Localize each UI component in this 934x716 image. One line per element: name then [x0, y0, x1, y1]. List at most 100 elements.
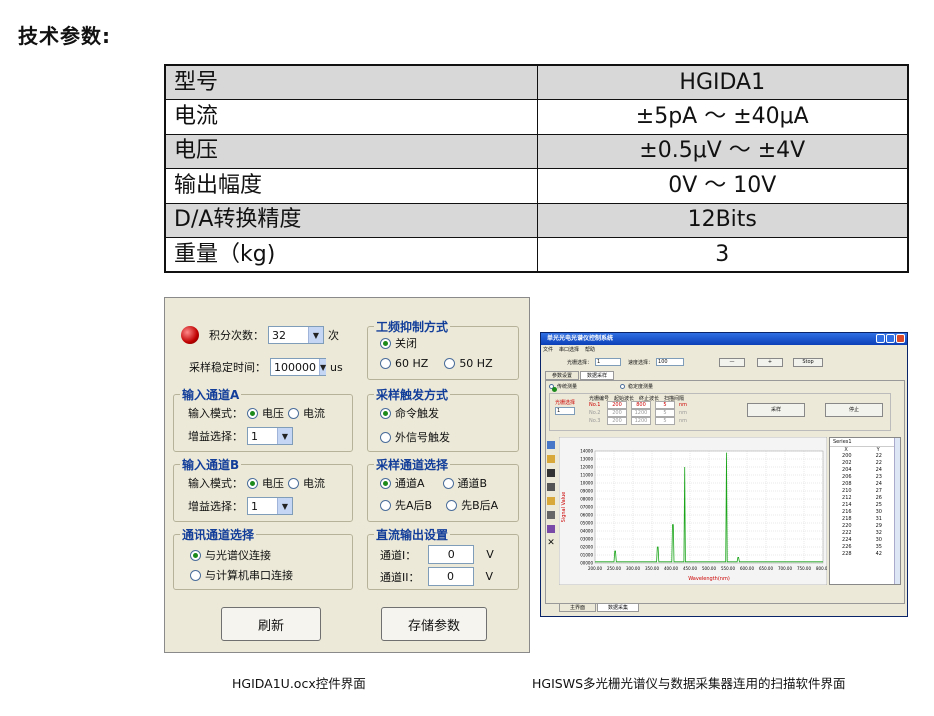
save-as-icon[interactable]: [547, 483, 555, 491]
radio-spectrometer[interactable]: [190, 549, 201, 561]
chevron-down-icon[interactable]: ▼: [308, 327, 323, 343]
fixed-mode-label: 稳定度测量: [628, 384, 654, 390]
sample-button[interactable]: 采样: [747, 403, 805, 417]
spec-table: 型号 HGIDA1 电流 ±5pA ～ ±40μA 电压 ±0.5μV ～ ±4V 输出幅度…: [164, 64, 909, 273]
gain-label: 增益选择：: [188, 500, 243, 513]
grating-select[interactable]: 1: [595, 358, 622, 366]
y-axis-label: Signal Value: [561, 492, 567, 523]
x-tick-label: 650.00: [759, 566, 773, 571]
scan-end[interactable]: 1200: [631, 409, 651, 417]
radio-voltage-a[interactable]: [247, 407, 258, 419]
radio-50hz[interactable]: [444, 358, 456, 369]
spec-row: D/A转换精度 12Bits: [164, 202, 909, 238]
increase-button[interactable]: +: [757, 358, 783, 367]
scan-row: No.1 200 800 5 nm: [589, 401, 693, 409]
scan-end[interactable]: 800: [631, 401, 651, 409]
list-x: 212: [842, 495, 852, 501]
radio-cmd-trigger[interactable]: [380, 407, 391, 419]
export-icon[interactable]: [547, 497, 555, 505]
list-scrollbar[interactable]: [894, 438, 900, 584]
radio-ext-trigger[interactable]: [380, 431, 391, 443]
list-row: 224 30: [830, 537, 900, 544]
settings-icon[interactable]: [547, 525, 555, 533]
list-y: 35: [875, 544, 882, 550]
group-input-b: 输入通道B 输入模式： 电压 电流 增益选择： 1 ▼: [173, 456, 353, 522]
radio-voltage-b[interactable]: [247, 477, 258, 489]
scan-step[interactable]: 5: [655, 409, 675, 417]
settle-combo[interactable]: 100000 ▼: [270, 358, 327, 376]
maximize-icon[interactable]: [886, 334, 895, 343]
scan-start[interactable]: 200: [607, 417, 627, 425]
gain-combo-b[interactable]: 1 ▼: [247, 497, 293, 515]
delete-icon[interactable]: ✕: [547, 539, 555, 548]
open-folder-icon[interactable]: [547, 455, 555, 463]
radio-current-b[interactable]: [288, 477, 299, 489]
spec-value: 3: [536, 237, 909, 273]
list-row: 212 26: [830, 495, 900, 502]
radio-channel-b[interactable]: [442, 477, 454, 489]
group-comm: 通讯通道选择 与光谱仪连接 与计算机串口连接: [173, 526, 353, 590]
save-icon[interactable]: [547, 469, 555, 477]
chevron-down-icon[interactable]: ▼: [319, 359, 327, 375]
radio-a-then-b[interactable]: [380, 499, 391, 511]
scan-unit: nm: [679, 418, 688, 424]
status-indicator-icon: [181, 326, 199, 344]
gain-combo-a[interactable]: 1 ▼: [247, 427, 293, 445]
radio-channel-a[interactable]: [380, 477, 391, 489]
zoom-icon[interactable]: [547, 441, 555, 449]
radio-current-a[interactable]: [288, 407, 299, 419]
menu-serial[interactable]: 串口选择: [559, 346, 579, 353]
y-tick-label: 01000: [580, 553, 593, 558]
list-row: 216 30: [830, 509, 900, 516]
menu-help[interactable]: 帮助: [585, 346, 595, 353]
radio-fixed-mode[interactable]: [620, 384, 626, 389]
series-list[interactable]: Series1 X Y 200 22 202 22 204 24 206 23 208 24 210…: [829, 437, 901, 585]
scan-step[interactable]: 5: [655, 401, 675, 409]
radio-wave-mode[interactable]: [549, 384, 557, 392]
spec-value: 12Bits: [536, 202, 909, 238]
chevron-down-icon[interactable]: ▼: [277, 428, 292, 444]
integration-combo[interactable]: 32 ▼: [268, 326, 324, 344]
spec-row: 型号 HGIDA1: [164, 64, 909, 100]
x-tick-label: 800.00: [816, 566, 827, 571]
list-row: 226 35: [830, 544, 900, 551]
minimize-icon[interactable]: [876, 334, 885, 343]
tab-sampling[interactable]: 数据采样: [580, 371, 615, 380]
stop-button[interactable]: Stop: [793, 358, 823, 367]
integration-label: 积分次数：: [209, 329, 264, 342]
speed-label: 速度选择：: [628, 359, 654, 366]
list-x: 228: [842, 551, 852, 557]
spec-key: 重量（kg): [164, 237, 538, 273]
chevron-down-icon[interactable]: ▼: [277, 498, 292, 514]
grating-sel-combo[interactable]: 1: [555, 407, 575, 415]
refresh-button[interactable]: 刷新: [221, 607, 321, 641]
scan-software-window: 单光光电光谱仪控制系统 文件 串口选择 帮助 光栅选择： 1 速度选择： 100…: [540, 332, 908, 617]
radio-off[interactable]: [380, 337, 391, 349]
menu-file[interactable]: 文件: [543, 346, 553, 353]
close-icon[interactable]: [896, 334, 905, 343]
tab-main[interactable]: 主界面: [559, 603, 597, 612]
scan-start[interactable]: 200: [607, 401, 627, 409]
scan-step[interactable]: 5: [655, 417, 675, 425]
dc-ch1-input[interactable]: 0: [428, 545, 475, 564]
wave-mode-label: 传统测量: [557, 384, 578, 390]
y-tick-label: 14000: [580, 449, 593, 454]
print-icon[interactable]: [547, 511, 555, 519]
speed-select[interactable]: 100: [656, 358, 685, 366]
list-y: 23: [875, 474, 882, 480]
scan-end[interactable]: 1200: [631, 417, 651, 425]
halt-button[interactable]: 停止: [825, 403, 883, 417]
dc-ch2-input[interactable]: 0: [427, 567, 474, 586]
decrease-button[interactable]: —: [719, 358, 745, 367]
save-params-button[interactable]: 存储参数: [381, 607, 487, 641]
radio-serial[interactable]: [190, 569, 201, 581]
radio-b-then-a[interactable]: [446, 499, 458, 511]
scan-start[interactable]: 200: [607, 409, 627, 417]
group-title: 采样通道选择: [374, 456, 451, 473]
tab-data-collect[interactable]: 数据采集: [597, 603, 640, 612]
tab-params[interactable]: 参数设置: [545, 371, 580, 380]
scan-rows: No.1 200 800 5 nm No.2 200 1200 5 nm No.3 200 1200 5 n…: [589, 401, 693, 425]
radio-60hz[interactable]: [380, 358, 391, 369]
list-row: 204 24: [830, 467, 900, 474]
integration-unit: 次: [328, 329, 339, 342]
